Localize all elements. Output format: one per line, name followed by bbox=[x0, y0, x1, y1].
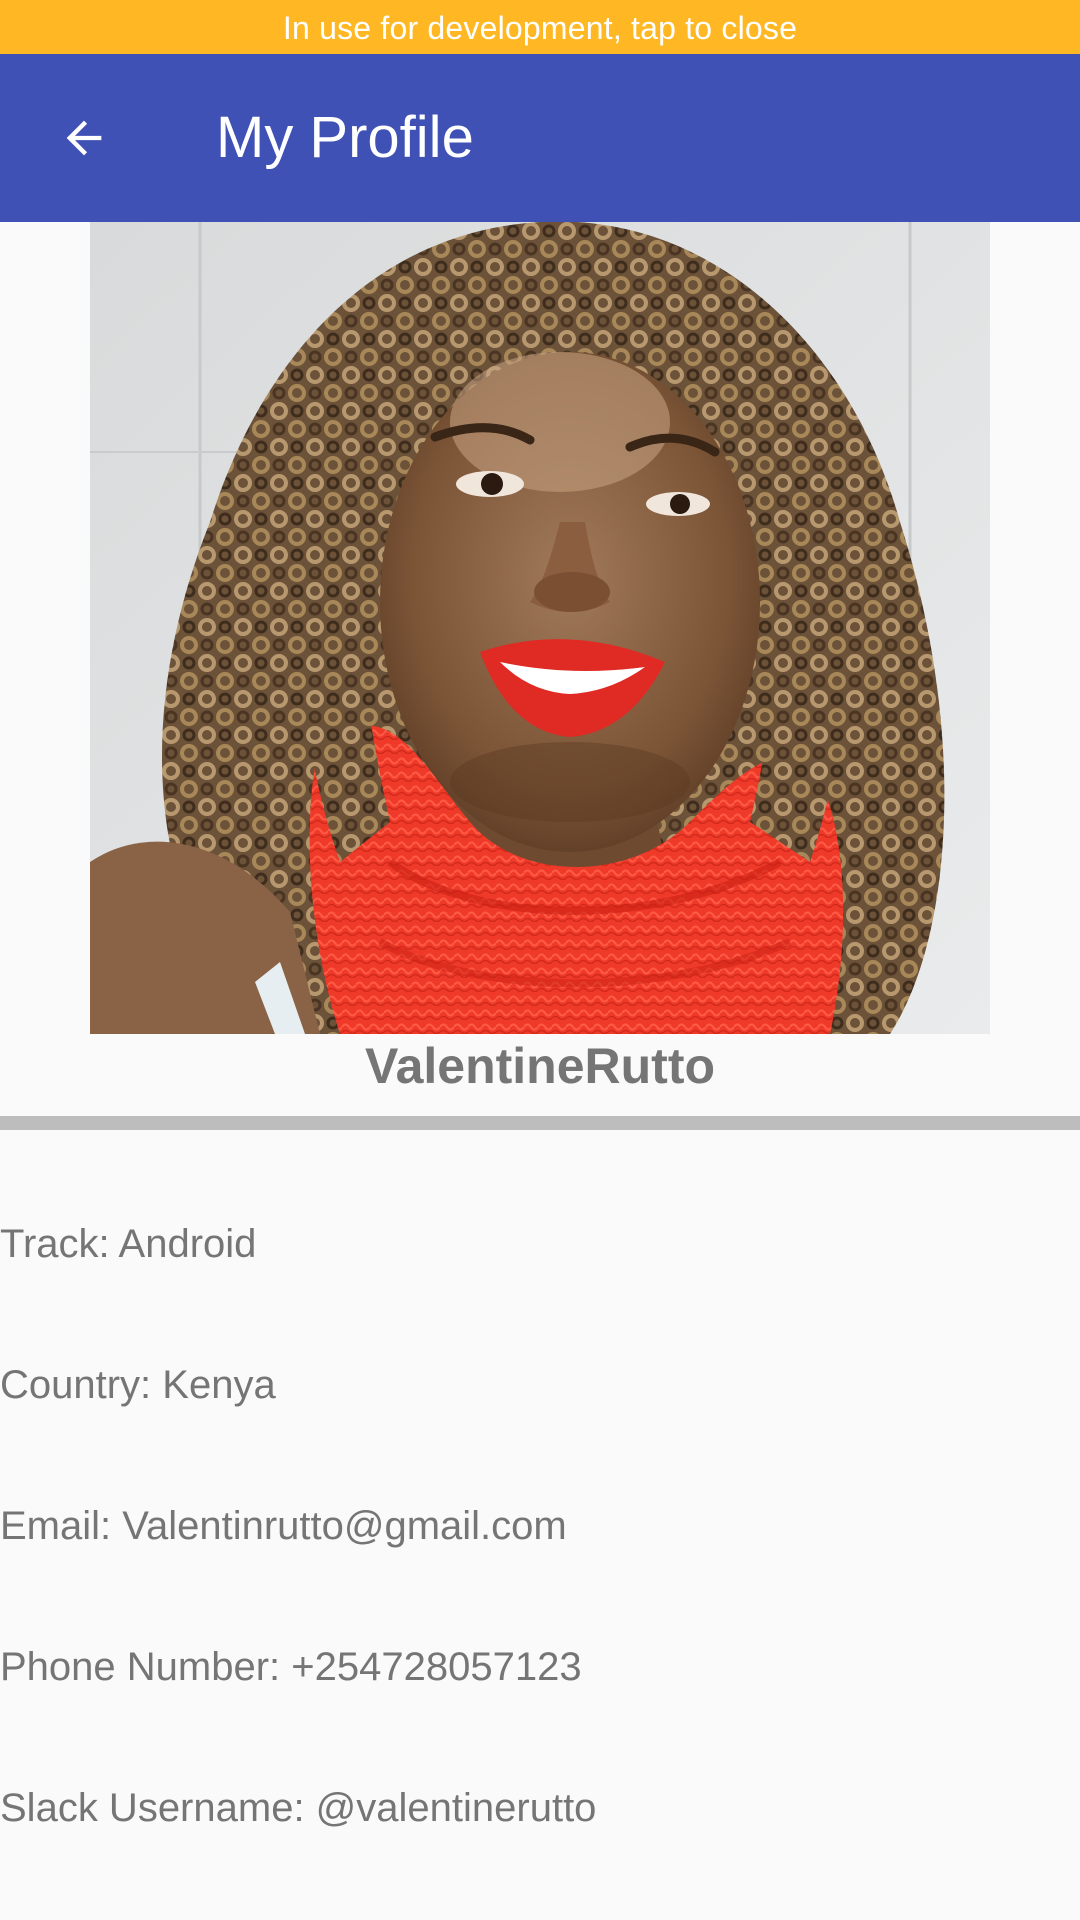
phone-number-text: Phone Number: +254728057123 bbox=[0, 1645, 582, 1689]
app-bar: My Profile bbox=[0, 54, 1080, 222]
development-banner[interactable]: In use for development, tap to close bbox=[0, 0, 1080, 54]
country-text: Country: Kenya bbox=[0, 1363, 276, 1407]
profile-photo bbox=[90, 222, 990, 1034]
email-text: Email: Valentinrutto@gmail.com bbox=[0, 1504, 567, 1548]
arrow-back-icon bbox=[58, 112, 110, 164]
back-button[interactable] bbox=[40, 94, 128, 182]
page-title: My Profile bbox=[216, 105, 474, 170]
slack-username-text: Slack Username: @valentinerutto bbox=[0, 1786, 597, 1830]
divider bbox=[0, 1116, 1080, 1130]
track-text: Track: Android bbox=[0, 1222, 257, 1266]
profile-screen: In use for development, tap to close My … bbox=[0, 0, 1080, 1920]
